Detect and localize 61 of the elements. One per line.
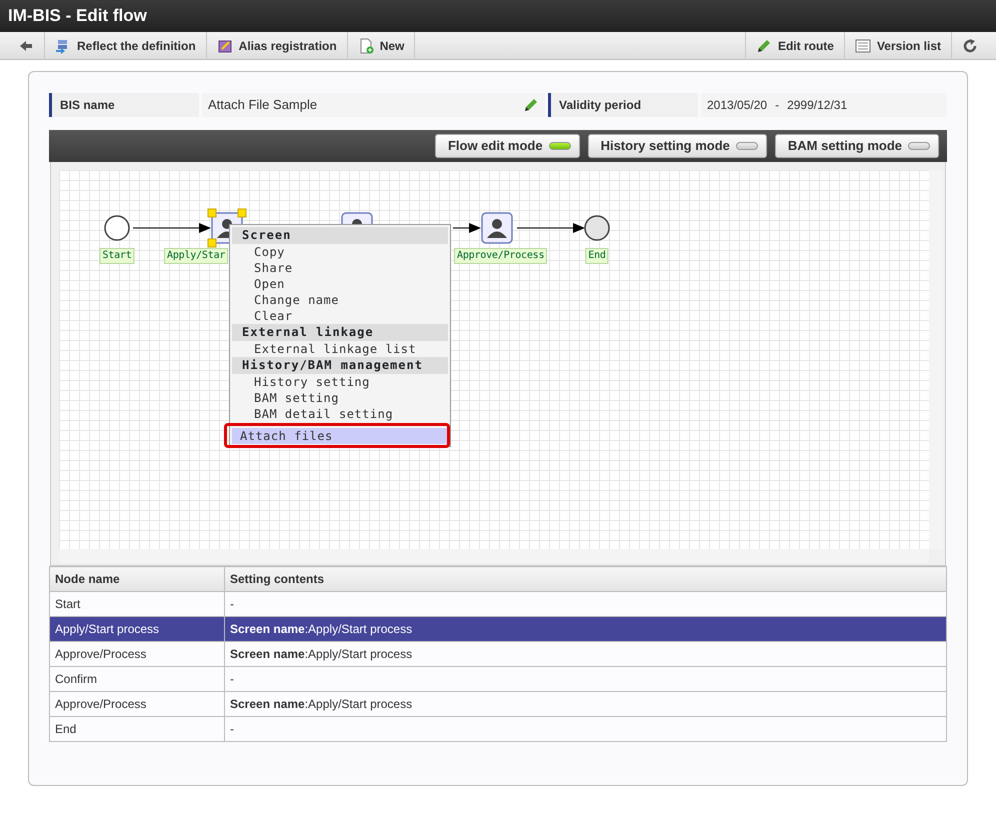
new-button[interactable]: New bbox=[348, 32, 416, 60]
alias-registration-button[interactable]: Alias registration bbox=[206, 32, 348, 60]
refresh-icon bbox=[962, 38, 978, 54]
date-value: 2999/12/31 bbox=[787, 97, 848, 114]
connector-arrow bbox=[516, 223, 585, 233]
version-list-button[interactable]: Version list bbox=[844, 32, 951, 60]
menu-item[interactable]: Open bbox=[232, 276, 448, 292]
table-cell[interactable]: End bbox=[50, 716, 224, 742]
menu-item[interactable]: Attach files bbox=[232, 428, 448, 444]
menu-header: History/BAM management bbox=[232, 357, 448, 374]
connector-arrow bbox=[452, 223, 481, 233]
node-label: Apply/Star bbox=[164, 248, 228, 264]
date-value: 2013/05/20 bbox=[707, 97, 768, 114]
date-separator: - bbox=[775, 97, 780, 114]
table-cell[interactable]: Apply/Start process bbox=[50, 616, 224, 642]
menu-item[interactable]: Change name bbox=[232, 292, 448, 308]
menu-item[interactable]: BAM detail setting bbox=[232, 406, 448, 422]
back-icon bbox=[18, 38, 34, 54]
mode-button[interactable]: History setting mode bbox=[588, 134, 767, 158]
mode-button[interactable]: BAM setting mode bbox=[774, 134, 939, 158]
task-node[interactable] bbox=[481, 212, 513, 244]
table-cell[interactable]: Screen name:Apply/Start process bbox=[224, 692, 946, 716]
list-icon bbox=[854, 38, 871, 54]
field-label: Validity period bbox=[548, 93, 698, 117]
selection-handle[interactable] bbox=[238, 208, 246, 218]
node-label: Approve/Process bbox=[454, 248, 548, 264]
new-document-icon bbox=[358, 38, 374, 54]
horizontal-scrollbar[interactable] bbox=[59, 549, 929, 563]
mode-button[interactable]: Flow edit mode bbox=[434, 134, 580, 158]
menu-item[interactable]: Clear bbox=[232, 308, 448, 324]
table-cell[interactable]: Approve/Process bbox=[50, 642, 224, 666]
column-header: Node name bbox=[50, 566, 224, 592]
column-header: Setting contents bbox=[224, 566, 946, 592]
vertical-scrollbar[interactable] bbox=[929, 170, 943, 549]
menu-header: Screen bbox=[232, 227, 448, 244]
selection-handle[interactable] bbox=[208, 238, 216, 248]
node-label: End bbox=[585, 248, 609, 264]
start-node[interactable] bbox=[104, 215, 130, 241]
table-cell[interactable]: - bbox=[224, 666, 946, 692]
field-label: BIS name bbox=[49, 93, 199, 117]
pencil-icon bbox=[756, 38, 772, 54]
edit-route-button[interactable]: Edit route bbox=[744, 32, 844, 60]
node-label: Start bbox=[99, 248, 135, 264]
menu-header: External linkage bbox=[232, 324, 448, 341]
menu-item[interactable]: External linkage list bbox=[232, 341, 448, 357]
menu-item[interactable]: BAM setting bbox=[232, 390, 448, 406]
menu-item[interactable]: Copy bbox=[232, 244, 448, 260]
menu-item[interactable]: History setting bbox=[232, 374, 448, 390]
form-icon bbox=[216, 38, 233, 54]
table-cell[interactable]: Confirm bbox=[50, 666, 224, 692]
menu-item[interactable]: Share bbox=[232, 260, 448, 276]
table-cell[interactable]: Approve/Process bbox=[50, 692, 224, 716]
reflect-button[interactable]: Reflect the definition bbox=[45, 32, 207, 60]
table-cell[interactable]: - bbox=[224, 716, 946, 742]
table-cell[interactable]: Screen name:Apply/Start process bbox=[224, 642, 946, 666]
table-cell[interactable]: Screen name:Apply/Start process bbox=[224, 616, 946, 642]
end-node[interactable] bbox=[584, 215, 610, 241]
bis-name-value: Attach File Sample bbox=[208, 96, 318, 114]
selection-handle[interactable] bbox=[208, 208, 216, 218]
window-title: IM-BIS - Edit flow bbox=[7, 5, 148, 27]
edit-pencil-icon[interactable] bbox=[523, 97, 539, 113]
